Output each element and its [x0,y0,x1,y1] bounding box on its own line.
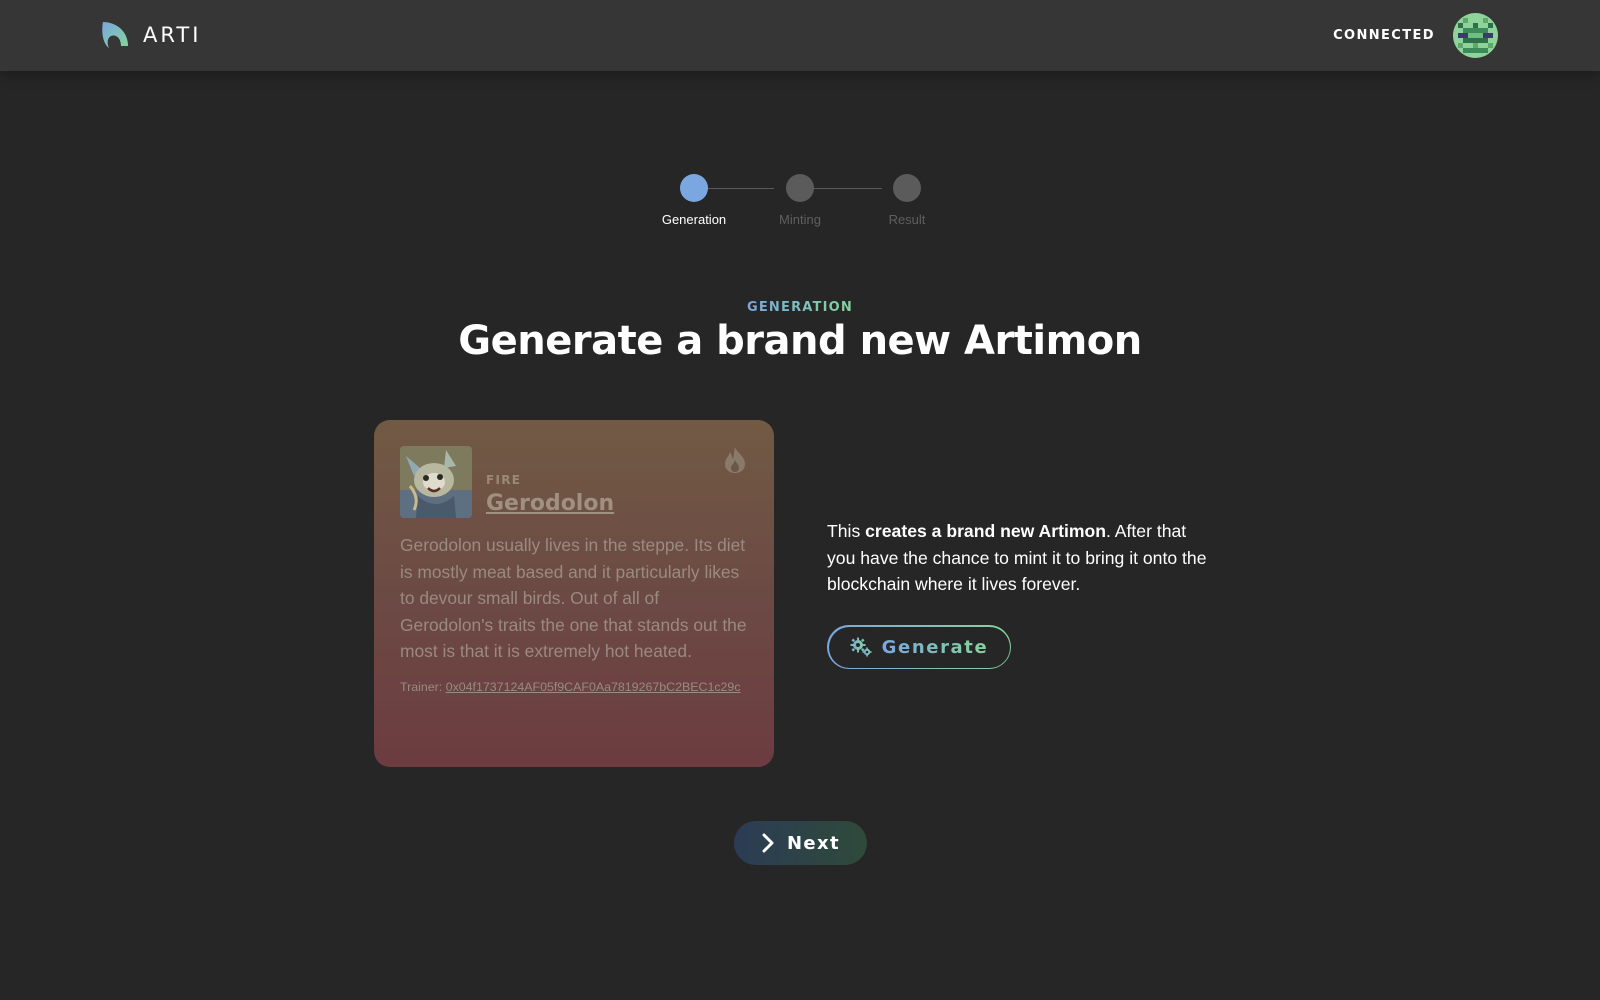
page-title: Generate a brand new Artimon [458,318,1142,364]
trainer-label: Trainer: [400,679,446,694]
next-button[interactable]: Next [734,821,867,865]
step-label: Generation [661,212,727,227]
wallet-status[interactable]: CONNECTED [1333,13,1498,58]
step-minting: Minting [752,172,848,227]
step-label: Result [888,212,926,227]
progress-stepper: Generation Minting Result [640,172,960,232]
generate-button-body: Generate [828,626,1010,668]
connection-status: CONNECTED [1333,28,1435,43]
trainer-line: Trainer: 0x04f1737124AF05f9CAF0Aa7819267… [400,679,748,696]
generation-info: This creates a brand new Artimon. After … [827,518,1217,598]
section-eyebrow: GENERATION [0,300,1600,315]
artimon-portrait [400,446,472,518]
top-navbar: ARTI CONNECTED [0,0,1600,71]
card-meta: FIRE Gerodolon [486,473,614,518]
chevron-right-icon [762,833,774,853]
generate-button[interactable]: Generate [827,625,1011,669]
artimon-description: Gerodolon usually lives in the steppe. I… [400,535,747,662]
artimon-name-link[interactable]: Gerodolon [486,491,614,516]
gears-icon [850,637,872,657]
step-dot [680,174,708,202]
generate-button-label: Generate [881,636,989,658]
step-label: Minting [779,212,821,227]
user-avatar[interactable] [1453,13,1498,58]
flame-icon [725,447,745,473]
app-name: ARTI [143,23,202,47]
arti-logo-icon [102,22,128,48]
card-header: FIRE Gerodolon [400,446,748,518]
brand[interactable]: ARTI [101,20,201,50]
section-eyebrow-text: GENERATION [746,300,853,315]
next-button-label: Next [786,832,841,854]
info-text-bold: creates a brand new Artimon [865,521,1106,541]
info-text-before: This [827,521,866,541]
step-result: Result [859,172,955,227]
step-generation: Generation [646,172,742,227]
artimon-card: FIRE Gerodolon Gerodolon usually lives i… [374,420,774,767]
artimon-type: FIRE [486,473,522,487]
step-dot [786,174,814,202]
trainer-address-link[interactable]: 0x04f1737124AF05f9CAF0Aa7819267bC2BEC1c2… [446,680,741,694]
step-dot [893,174,921,202]
